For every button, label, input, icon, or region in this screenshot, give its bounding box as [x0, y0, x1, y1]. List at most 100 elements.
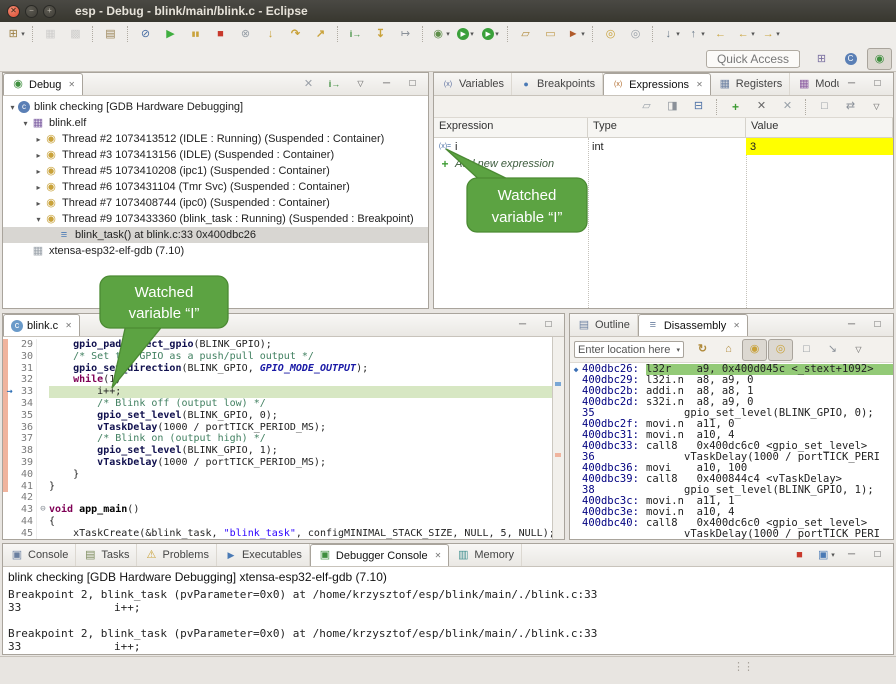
tab-outline[interactable]: ▤Outline [570, 314, 638, 336]
debug-perspective-button[interactable]: ◉ [867, 48, 892, 70]
dropdown-arrow-icon[interactable]: ▾ [446, 30, 450, 38]
editor-line-43[interactable]: 43⊖void app_main() [3, 504, 564, 516]
tree-expanded-icon[interactable]: ▾ [7, 103, 18, 112]
editor-maximize-button[interactable]: □ [536, 314, 561, 336]
tab-debug[interactable]: ◉Debug✕ [3, 73, 83, 95]
overview-change-marker[interactable] [555, 453, 561, 457]
code-text[interactable]: gpio_set_direction(BLINK_GPIO, GPIO_MODE… [49, 363, 564, 375]
code-text[interactable]: /* Blink on (output high) */ [49, 433, 564, 445]
collapse-all-button[interactable]: ⊟ [686, 96, 711, 118]
expressions-view-menu-button[interactable]: ▽ [864, 96, 889, 118]
window-close-button[interactable]: ✕ [7, 5, 20, 18]
edit-watch-button[interactable]: ▱ [634, 96, 659, 118]
open-folder-button[interactable]: ▭ [538, 23, 563, 45]
code-text[interactable]: while(1) [49, 374, 564, 386]
tree-collapsed-icon[interactable]: ▸ [33, 199, 44, 208]
debug-tree-item[interactable]: ▾cblink checking [GDB Hardware Debugging… [3, 99, 428, 115]
editor-line-34[interactable]: 34 /* Blink off (output low) */ [3, 398, 564, 410]
remove-all-terminated-button[interactable]: ✕ [296, 73, 321, 95]
window-maximize-button[interactable]: + [43, 5, 56, 18]
new-button[interactable]: ⊞▾ [3, 23, 28, 45]
editor-line-39[interactable]: 39 vTaskDelay(1000 / portTICK_PERIOD_MS)… [3, 457, 564, 469]
overview-current-line-marker[interactable] [555, 382, 561, 386]
expression-row[interactable]: (x)=iint3 [434, 138, 893, 155]
dropdown-arrow-icon[interactable]: ▾ [470, 30, 474, 38]
tab-executables[interactable]: ▶Executables [217, 544, 310, 566]
save-all-button[interactable]: ▩ [63, 23, 88, 45]
remove-all-expressions-button[interactable]: ✕ [775, 96, 800, 118]
tab-modules[interactable]: ▦Modules [790, 73, 839, 95]
debug-tree-item[interactable]: ▸◉Thread #3 1073413156 (IDLE) (Suspended… [3, 147, 428, 163]
value-cell[interactable]: 3 [746, 138, 893, 155]
editor-content[interactable]: 29 gpio_pad_select_gpio(BLINK_GPIO);30 /… [3, 337, 564, 539]
remove-selected-expressions-button[interactable]: ✕ [749, 96, 774, 118]
disasm-pin-button[interactable]: ↘ [820, 339, 845, 361]
fold-collapse-icon[interactable]: ⊖ [36, 504, 49, 516]
code-text[interactable]: vTaskDelay(1000 / portTICK_PERIOD_MS); [49, 422, 564, 434]
editor-tab-blink-c[interactable]: cblink.c✕ [3, 314, 80, 336]
back-button[interactable]: ←▾ [733, 23, 758, 45]
code-text[interactable]: /* Set the GPIO as a push/pull output */ [49, 351, 564, 363]
tab-console[interactable]: ▣Console [3, 544, 76, 566]
editor-minimize-button[interactable]: ─ [510, 314, 535, 336]
suspend-button[interactable]: ▮▮ [183, 23, 208, 45]
tab-memory[interactable]: ▥Memory [449, 544, 522, 566]
disasm-new-view-button[interactable]: □ [794, 339, 819, 361]
dropdown-arrow-icon[interactable]: ▾ [751, 30, 755, 38]
expressions-maximize-button[interactable]: □ [865, 73, 890, 95]
debug-minimize-button[interactable]: ─ [374, 73, 399, 95]
close-icon[interactable]: ✕ [435, 551, 442, 560]
code-text[interactable]: xTaskCreate(&blink_task, "blink_task", c… [49, 528, 564, 539]
code-text[interactable]: { [49, 516, 564, 528]
disasm-refresh-button[interactable]: ↻ [690, 339, 715, 361]
code-text[interactable]: gpio_set_level(BLINK_GPIO, 0); [49, 410, 564, 422]
dropdown-arrow-icon[interactable]: ▾ [701, 30, 705, 38]
new-view-button[interactable]: □ [812, 96, 837, 118]
editor-line-32[interactable]: 32 while(1) [3, 374, 564, 386]
console-content[interactable]: blink checking [GDB Hardware Debugging] … [3, 567, 893, 654]
code-text[interactable] [49, 492, 564, 504]
tree-expanded-icon[interactable]: ▾ [20, 119, 31, 128]
quick-access-button[interactable]: Quick Access [706, 50, 800, 68]
code-text[interactable]: void app_main() [49, 504, 564, 516]
step-return-button[interactable]: ↗ [308, 23, 333, 45]
debug-tree-item[interactable]: ▸◉Thread #2 1073413512 (IDLE : Running) … [3, 131, 428, 147]
show-type-names-button[interactable]: ◨ [660, 96, 685, 118]
code-text[interactable]: gpio_set_level(BLINK_GPIO, 1); [49, 445, 564, 457]
code-text[interactable]: } [49, 481, 564, 493]
tab-problems[interactable]: ⚠Problems [137, 544, 216, 566]
show-source-toggle[interactable]: ◉ [742, 339, 767, 361]
close-icon[interactable]: ✕ [68, 80, 75, 89]
tree-collapsed-icon[interactable]: ▸ [33, 183, 44, 192]
link-view-button[interactable]: ⇄ [838, 96, 863, 118]
display-selected-console-button[interactable]: ▣▾ [813, 544, 838, 566]
editor-line-44[interactable]: 44{ [3, 516, 564, 528]
debug-tree-item[interactable]: ≡blink_task() at blink.c:33 0x400dbc26 [3, 227, 428, 243]
dropdown-arrow-icon[interactable]: ▾ [776, 30, 780, 38]
open-element-button[interactable]: ▱ [513, 23, 538, 45]
build-button[interactable]: ▤ [98, 23, 123, 45]
save-button[interactable]: ▦ [38, 23, 63, 45]
resume-button[interactable]: ▶ [158, 23, 183, 45]
column-header-value[interactable]: Value [746, 118, 893, 137]
tab-tasks[interactable]: ▤Tasks [76, 544, 137, 566]
previous-annotation-button[interactable]: ↑▾ [683, 23, 708, 45]
expression-cell[interactable]: (x)=i [434, 138, 588, 155]
cpp-perspective-button[interactable]: C [838, 48, 863, 70]
add-watch-expression-button[interactable]: + [723, 96, 748, 118]
step-over-button[interactable]: ↷ [283, 23, 308, 45]
dropdown-arrow-icon[interactable]: ▾ [831, 551, 835, 559]
disassembly-maximize-button[interactable]: □ [865, 314, 890, 336]
dropdown-arrow-icon[interactable]: ▾ [21, 30, 25, 38]
drop-to-frame-button[interactable]: ↧ [368, 23, 393, 45]
close-icon[interactable]: ✕ [733, 321, 740, 330]
statusbar-grip[interactable]: ⋮⋮ [733, 660, 753, 673]
close-icon[interactable]: ✕ [65, 321, 72, 330]
code-text[interactable]: } [49, 469, 564, 481]
column-header-expression[interactable]: Expression [434, 118, 588, 137]
disassembly-row[interactable]: vTaskDelay(1000 / portTICK_PERI [570, 529, 893, 539]
debug-view-menu-button[interactable]: ▽ [348, 73, 373, 95]
external-tools-button[interactable]: ▶▾ [478, 23, 503, 45]
editor-line-33[interactable]: →33 i++; [3, 386, 564, 398]
editor-line-31[interactable]: 31 gpio_set_direction(BLINK_GPIO, GPIO_M… [3, 363, 564, 375]
